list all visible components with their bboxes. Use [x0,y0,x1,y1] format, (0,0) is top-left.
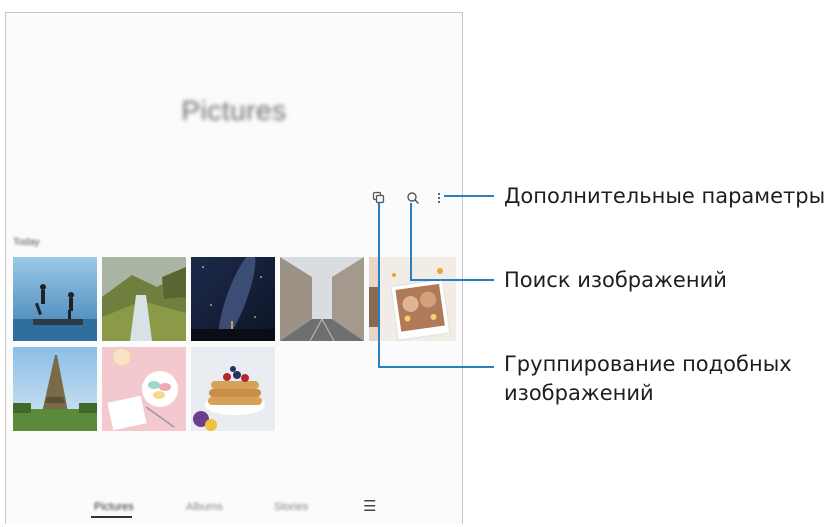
callout-more-options: Дополнительные параметры [504,184,826,208]
leader-group-similar [378,203,494,368]
callout-group-similar-line2: изображений [504,381,654,405]
leader-search [410,203,494,281]
callout-leader-lines [378,195,494,368]
callout-group-similar-line1: Группирование подобных [504,352,792,376]
callout-search: Поиск изображений [504,268,727,292]
